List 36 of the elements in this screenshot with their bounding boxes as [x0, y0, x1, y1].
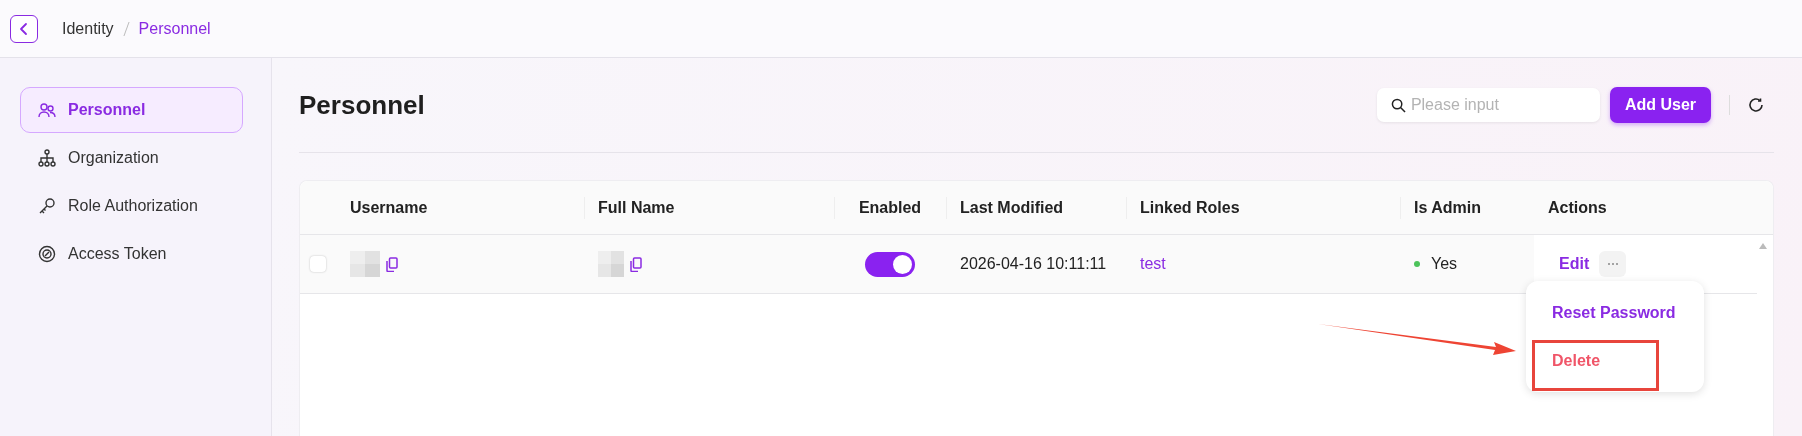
menu-item[interactable]: Reset Password: [1552, 304, 1676, 322]
redacted-text: [598, 251, 624, 277]
column-header: Is Admin: [1400, 198, 1534, 217]
column-header: Last Modified: [946, 198, 1126, 217]
role-link[interactable]: test: [1140, 255, 1166, 273]
redacted-text: [350, 251, 380, 277]
menu-item[interactable]: Delete: [1552, 352, 1601, 370]
sidebar-item[interactable]: Access Token: [20, 231, 243, 277]
column-header: Full Name: [584, 198, 834, 217]
table-cell: 2026-04-16 10:11:11: [960, 255, 1107, 273]
add-user-button[interactable]: Add User: [1609, 87, 1711, 123]
edit-link[interactable]: Edit: [1559, 255, 1590, 273]
page-title: Personnel: [299, 89, 425, 121]
copy-icon[interactable]: [386, 256, 398, 272]
column-header: Actions: [1547, 198, 1608, 217]
token-icon: [38, 245, 56, 263]
table-cell: Yes: [1431, 255, 1458, 273]
sidebar-item[interactable]: Organization: [20, 135, 243, 181]
hierarchy-icon: [38, 149, 56, 167]
enabled-toggle[interactable]: [865, 251, 915, 277]
search-field[interactable]: Please input: [1376, 88, 1600, 122]
refresh-icon[interactable]: [1748, 97, 1764, 113]
breadcrumb-item[interactable]: Personnel: [138, 19, 211, 38]
column-header: Linked Roles: [1126, 198, 1400, 217]
users-icon: [38, 101, 56, 119]
more-icon: [1606, 262, 1619, 266]
key-icon: [38, 197, 56, 215]
status-dot: [1414, 261, 1420, 267]
copy-icon[interactable]: [630, 256, 642, 272]
breadcrumb-item[interactable]: Identity: [62, 19, 114, 38]
back-button[interactable]: [10, 14, 38, 43]
sidebar-item[interactable]: Role Authorization: [20, 183, 243, 229]
column-header: Enabled: [834, 198, 946, 217]
back-icon: [18, 21, 30, 36]
sidebar-item[interactable]: Personnel: [20, 87, 243, 133]
column-header: Username: [349, 198, 429, 217]
